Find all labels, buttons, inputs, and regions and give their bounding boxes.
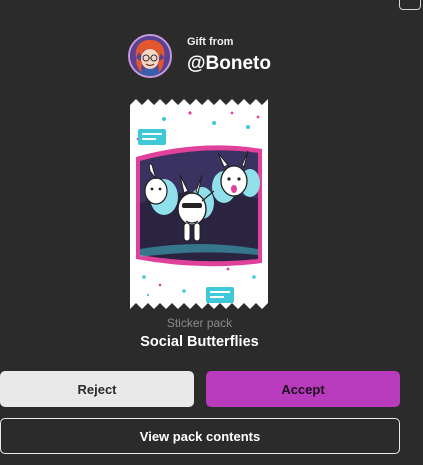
pack-name: Social Butterflies — [140, 334, 259, 350]
gift-header: Gift from @Boneto — [128, 34, 271, 78]
gift-from-label: Gift from — [187, 35, 234, 48]
sticker-pack-icon — [130, 99, 268, 309]
window-control-icon[interactable] — [399, 0, 421, 10]
pack-type-label: Sticker pack — [166, 316, 233, 330]
view-pack-contents-button[interactable]: View pack contents — [0, 418, 400, 454]
sender-avatar — [128, 34, 172, 78]
sticker-pack-image — [130, 99, 268, 309]
gift-dialog: Gift from @Boneto Sticker pack Social Bu… — [0, 0, 423, 465]
accept-button[interactable]: Accept — [206, 371, 400, 407]
avatar-icon — [130, 36, 170, 76]
sender-name: @Boneto — [187, 52, 271, 74]
reject-button[interactable]: Reject — [0, 371, 194, 407]
gift-text: Gift from @Boneto — [187, 36, 271, 77]
